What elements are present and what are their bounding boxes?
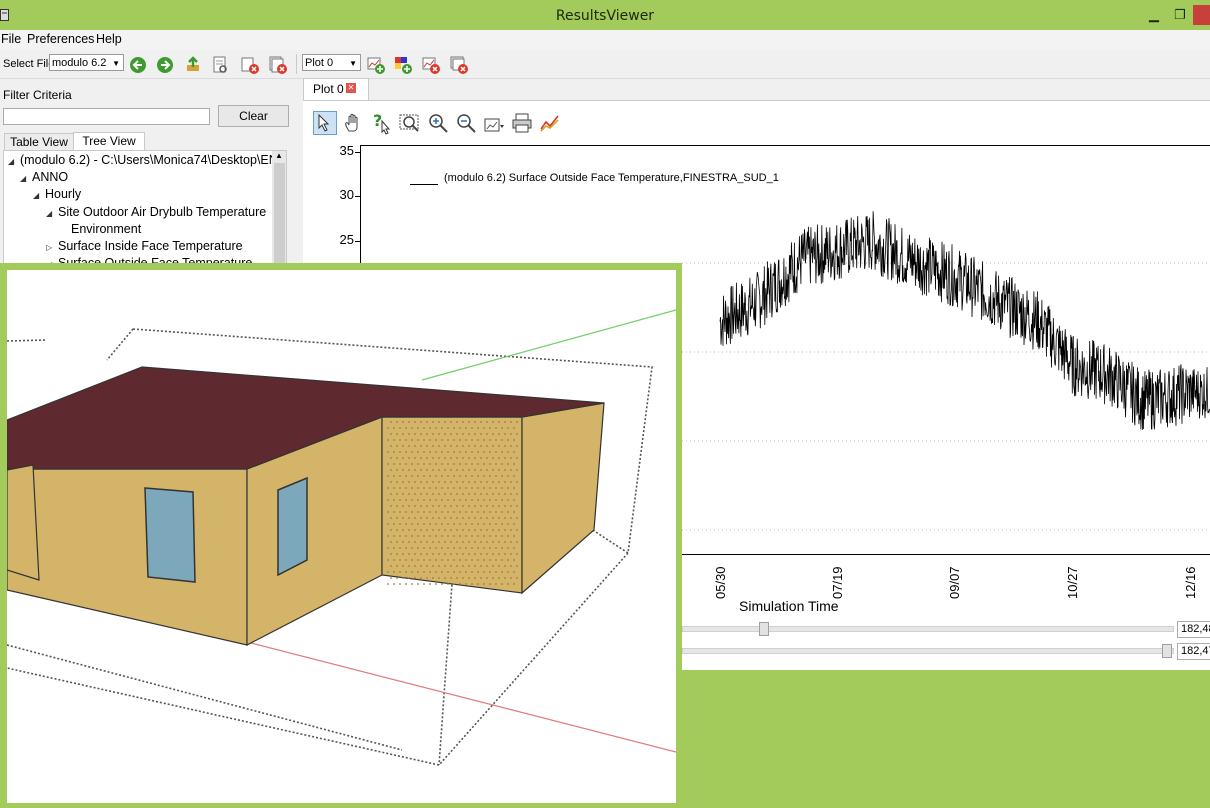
series-path	[719, 211, 1210, 430]
delete-plot-icon[interactable]	[421, 55, 441, 75]
menu-help[interactable]: Help	[96, 32, 122, 46]
file-select[interactable]: modulo 6.2 ▼	[49, 54, 124, 71]
tree-item-surface-inside[interactable]: ▷ Surface Inside Face Temperature	[46, 239, 243, 256]
plot-select-value: Plot 0	[305, 57, 334, 69]
color-plot-icon[interactable]	[393, 55, 413, 75]
window	[7, 464, 40, 581]
range-slider-2-thumb[interactable]	[1162, 644, 1172, 658]
new-plot-icon[interactable]	[366, 55, 386, 75]
pan-hand-icon[interactable]	[342, 111, 366, 135]
desktop-background	[682, 670, 1210, 808]
tree-item-environment[interactable]: Environment	[71, 222, 141, 239]
menu-file[interactable]: File	[1, 32, 21, 46]
chevron-down-icon: ▼	[112, 59, 120, 68]
y-tick-label: 25	[339, 232, 354, 247]
toolbar: Select File modulo 6.2 ▼ Plot 0 ▼	[0, 50, 1210, 79]
green-axis-line	[421, 309, 676, 381]
filter-input[interactable]	[3, 108, 210, 125]
close-tab-icon[interactable]: ✕	[346, 83, 356, 93]
window-title: ResultsViewer	[555, 8, 655, 24]
x-axis-label: Simulation Time	[739, 598, 839, 614]
y-tick-mark	[355, 196, 360, 197]
chevron-down-icon: ▼	[349, 59, 357, 68]
building-3d-model	[7, 270, 676, 803]
remove-all-icon[interactable]	[268, 55, 288, 75]
legend-line	[410, 184, 438, 185]
range-value-2[interactable]: 182,47	[1177, 643, 1210, 660]
model-overlay-frame	[0, 263, 682, 808]
help-cursor-icon[interactable]: ?	[370, 111, 394, 135]
tree-item-label: Site Outdoor Air Drybulb Temperature	[58, 205, 267, 219]
forward-arrow-icon[interactable]	[155, 55, 175, 75]
select-file-label: Select File	[3, 58, 55, 70]
back-arrow-icon[interactable]	[128, 55, 148, 75]
menu-preferences[interactable]: Preferences	[27, 32, 94, 46]
tree-item-label: ANNO	[32, 170, 69, 184]
x-tick-label: 09/07	[947, 566, 962, 599]
save-image-icon[interactable]	[482, 111, 506, 135]
properties-icon[interactable]	[210, 55, 230, 75]
load-file-icon[interactable]	[183, 55, 203, 75]
red-axis-line	[246, 641, 676, 753]
tab-plot-0[interactable]: Plot 0	[303, 78, 369, 100]
remove-file-icon[interactable]	[240, 55, 260, 75]
expanded-triangle-icon: ◢	[20, 174, 27, 183]
tree-item-hourly[interactable]: ◢ Hourly	[33, 187, 81, 204]
tree-item-site-outdoor-air[interactable]: ◢ Site Outdoor Air Drybulb Temperature	[46, 205, 266, 222]
y-tick-label: 30	[339, 187, 354, 202]
x-tick-label: 10/27	[1065, 566, 1080, 599]
x-tick-label: 05/30	[713, 566, 728, 599]
y-tick-mark	[355, 241, 360, 242]
line-properties-icon[interactable]	[538, 111, 562, 135]
scroll-up-icon[interactable]: ▲	[275, 151, 283, 160]
minimize-button[interactable]: ▁	[1144, 6, 1164, 24]
print-icon[interactable]	[510, 111, 534, 135]
filter-criteria-label: Filter Criteria	[3, 88, 72, 102]
tab-table-view[interactable]: Table View	[4, 133, 74, 151]
building	[7, 366, 605, 646]
tree-item-label: Surface Inside Face Temperature	[58, 239, 243, 253]
tree-item-label: Hourly	[45, 187, 82, 201]
plot-tab-label: Plot 0	[313, 82, 344, 96]
expanded-triangle-icon: ◢	[8, 157, 15, 166]
tree-item-anno[interactable]: ◢ ANNO	[20, 170, 68, 187]
zoom-in-icon[interactable]	[426, 111, 450, 135]
zoom-out-icon[interactable]	[454, 111, 478, 135]
toolbar-separator	[296, 54, 297, 74]
series-line-outside-face-temp	[682, 211, 1210, 531]
menu-bar: File Preferences Help	[0, 30, 1210, 50]
y-tick-mark	[355, 152, 360, 153]
clear-button[interactable]: Clear	[218, 105, 289, 127]
tree-item-label: Environment	[71, 222, 142, 236]
zoom-region-icon[interactable]	[398, 111, 422, 135]
x-tick-label: 12/16	[1183, 566, 1198, 599]
pointer-icon[interactable]	[313, 111, 337, 135]
tab-tree-view[interactable]: Tree View	[73, 132, 145, 151]
close-button[interactable]	[1193, 5, 1210, 25]
window	[144, 487, 196, 583]
svg-text:?: ?	[373, 111, 382, 130]
maximize-button[interactable]: ❐	[1170, 6, 1190, 24]
range-slider-2[interactable]	[682, 648, 1174, 654]
delete-all-plots-icon[interactable]	[449, 55, 469, 75]
x-axis-line	[682, 554, 1210, 555]
tree-item-label: (modulo 6.2) - C:\Users\Monica74\Desktop…	[20, 153, 287, 167]
range-slider-1-thumb[interactable]	[758, 622, 769, 636]
range-slider-1[interactable]	[682, 626, 1174, 632]
x-tick-label: 07/19	[830, 566, 845, 599]
window	[277, 476, 308, 577]
plot-select[interactable]: Plot 0 ▼	[302, 54, 361, 71]
expanded-triangle-icon: ◢	[33, 191, 40, 200]
front-wall	[7, 468, 248, 646]
y-tick-label: 35	[339, 143, 354, 158]
file-select-value: modulo 6.2	[52, 57, 107, 69]
range-value-1[interactable]: 182,48	[1177, 621, 1210, 638]
collapsed-triangle-icon: ▷	[46, 243, 53, 252]
tree-item-file[interactable]: ◢ (modulo 6.2) - C:\Users\Monica74\Deskto…	[8, 153, 286, 170]
wing-side-wall	[521, 402, 605, 595]
expanded-triangle-icon: ◢	[46, 209, 53, 218]
